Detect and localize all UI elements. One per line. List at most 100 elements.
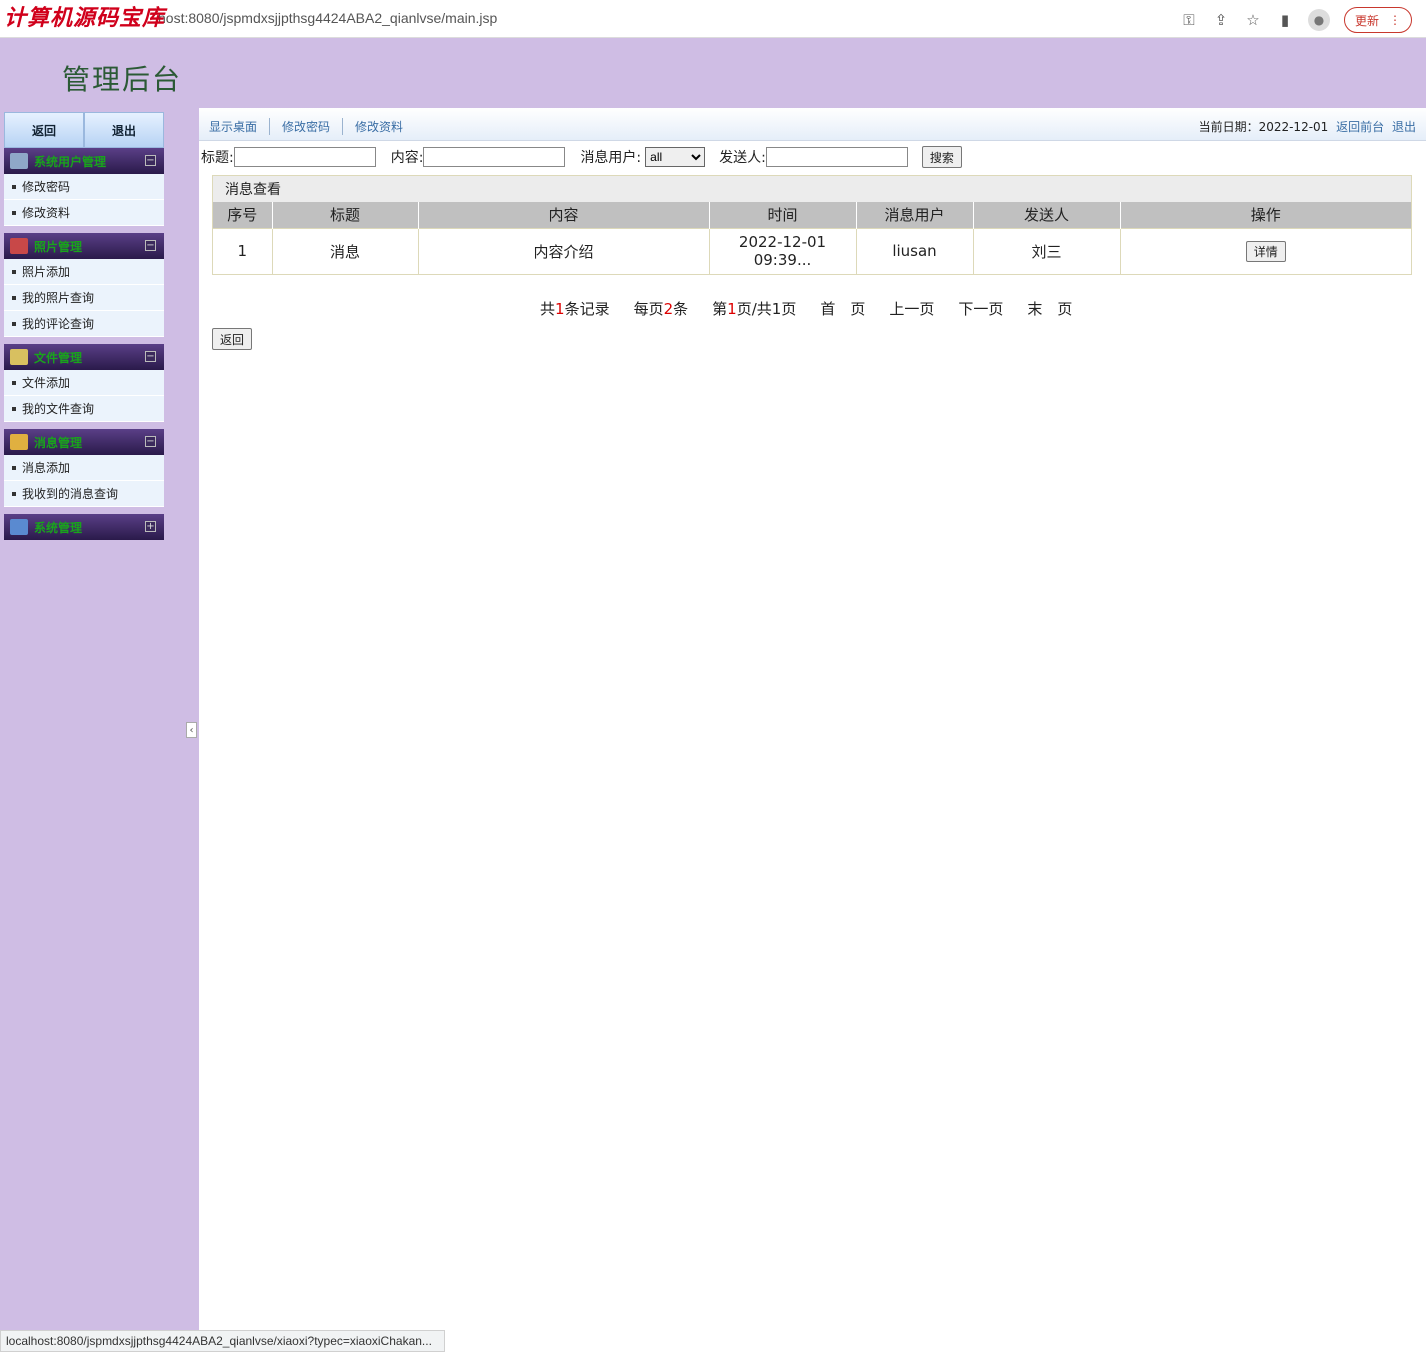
share-icon[interactable]: ⇪ — [1212, 11, 1230, 29]
top-nav-right: 当前日期：2022-12-01 返回前台 退出 — [1199, 118, 1416, 135]
bullet-icon — [12, 491, 16, 496]
sidebar-menu-item-label: 我的照片查询 — [22, 291, 95, 305]
content-input[interactable] — [423, 147, 566, 167]
update-button[interactable]: 更新 ⋮ — [1343, 7, 1412, 33]
pager-total: 共1条记录 — [540, 298, 610, 319]
sidebar-menu-header[interactable]: 系统用户管理 − — [4, 148, 164, 174]
sidebar-menu-header[interactable]: 消息管理 − — [4, 429, 164, 455]
pager-total-prefix: 共 — [540, 300, 556, 318]
star-icon[interactable]: ☆ — [1244, 11, 1262, 29]
col-title: 标题 — [272, 202, 419, 228]
top-nav-links: 显示桌面 修改密码 修改资料 — [209, 118, 427, 135]
sidebar-menu-item[interactable]: 我收到的消息查询 — [4, 481, 164, 507]
top-nav: 显示桌面 修改密码 修改资料 当前日期：2022-12-01 返回前台 退出 — [199, 108, 1426, 141]
table-header-row: 序号 标题 内容 时间 消息用户 发送人 操作 — [213, 202, 1411, 228]
sidebar-menu-header[interactable]: 文件管理 − — [4, 344, 164, 370]
collapse-icon[interactable]: − — [145, 436, 156, 447]
pager-total-count: 1 — [555, 300, 565, 318]
collapse-icon[interactable]: − — [145, 155, 156, 166]
pager-per-prefix: 每页 — [633, 300, 664, 318]
search-bar: 标题: 内容: 消息用户: all 发送人: 搜索 — [201, 146, 962, 168]
col-content: 内容 — [418, 202, 710, 228]
sidebar-logout-button[interactable]: 退出 — [84, 112, 164, 148]
pager-next[interactable]: 下一页 — [958, 298, 1003, 319]
col-time: 时间 — [709, 202, 857, 228]
nav-change-password[interactable]: 修改密码 — [282, 118, 344, 135]
search-button[interactable]: 搜索 — [921, 146, 962, 168]
detail-button[interactable]: 详情 — [1245, 240, 1286, 262]
key-icon[interactable]: ⚿ — [1180, 11, 1198, 29]
logout-link[interactable]: 退出 — [1392, 120, 1416, 134]
sender-label: 发送人: — [719, 150, 766, 166]
nav-show-desktop[interactable]: 显示桌面 — [209, 118, 271, 135]
collapse-icon[interactable]: − — [145, 240, 156, 251]
sidebar-menu-item[interactable]: 修改资料 — [4, 200, 164, 226]
cell-time: 2022-12-01 09:39... — [709, 227, 857, 274]
page-header: 管理后台 — [0, 38, 1426, 108]
cell-content: 内容介绍 — [418, 227, 710, 274]
nav-edit-profile[interactable]: 修改资料 — [355, 118, 415, 135]
sidebar-menu-item[interactable]: 我的文件查询 — [4, 396, 164, 422]
profile-icon[interactable]: ● — [1307, 9, 1330, 31]
sidebar-menu-item-label: 我的评论查询 — [22, 317, 95, 331]
content-label: 内容: — [390, 150, 424, 166]
message-table: 序号 标题 内容 时间 消息用户 发送人 操作 1 消息 内容介绍 2022-1… — [213, 202, 1411, 274]
bullet-icon — [12, 406, 16, 411]
sidebar-collapse-icon[interactable]: ‹ — [186, 722, 197, 738]
sidebar-menu-item[interactable]: 修改密码 — [4, 174, 164, 200]
pager-last[interactable]: 末 页 — [1027, 298, 1072, 319]
sidebar-menu-item[interactable]: 我的照片查询 — [4, 285, 164, 311]
sidebar-menu: 系统用户管理 − 修改密码修改资料 — [4, 148, 164, 226]
address-bar[interactable]: host:8080/jspmdxsjjpthsg4424ABA2_qianlvs… — [158, 10, 497, 26]
bullet-icon — [12, 184, 16, 189]
sidebar-menu-item[interactable]: 文件添加 — [4, 370, 164, 396]
cell-title: 消息 — [272, 227, 419, 274]
pager-page-prefix: 第 — [712, 300, 728, 318]
sidebar-menu-item-label: 修改密码 — [22, 180, 71, 194]
sidebar-menu-item[interactable]: 我的评论查询 — [4, 311, 164, 337]
sidebar-menu-title: 系统管理 — [34, 520, 83, 535]
sidebar-menu-item-label: 修改资料 — [22, 206, 71, 220]
sidebar-menu-title: 消息管理 — [34, 435, 83, 450]
sidebar-menu: 文件管理 − 文件添加我的文件查询 — [4, 344, 164, 422]
back-button[interactable]: 返回 — [212, 328, 253, 350]
sidebar-menu-item[interactable]: 消息添加 — [4, 455, 164, 481]
main-content: 显示桌面 修改密码 修改资料 当前日期：2022-12-01 返回前台 退出 标… — [199, 108, 1426, 1352]
cell-index: 1 — [213, 227, 273, 274]
cell-user: liusan — [856, 227, 974, 274]
pager-total-suffix: 条记录 — [564, 300, 610, 318]
sidepanel-icon[interactable]: ▮ — [1276, 11, 1294, 29]
page-title: 管理后台 — [62, 63, 183, 96]
chart-icon — [10, 519, 28, 535]
sidebar-menu-item-label: 我的文件查询 — [22, 402, 95, 416]
pager-page-suffix: 页/共1页 — [736, 300, 797, 318]
folder-icon — [10, 349, 28, 365]
sidebar-menu-header[interactable]: 系统管理 + — [4, 514, 164, 540]
sender-input[interactable] — [765, 147, 908, 167]
sidebar-menu: 消息管理 − 消息添加我收到的消息查询 — [4, 429, 164, 507]
sidebar-menu-item[interactable]: 照片添加 — [4, 259, 164, 285]
cell-action: 详情 — [1120, 227, 1411, 274]
photo-icon — [10, 238, 28, 254]
pager-first[interactable]: 首 页 — [820, 298, 865, 319]
sidebar-menu-item-label: 消息添加 — [22, 461, 71, 475]
pager-prev[interactable]: 上一页 — [889, 298, 934, 319]
collapse-icon[interactable]: − — [145, 351, 156, 362]
user-select[interactable]: all — [645, 147, 706, 167]
col-action: 操作 — [1120, 202, 1411, 228]
browser-actions: ⚿ ⇪ ☆ ▮ ● 更新 ⋮ — [1180, 7, 1412, 33]
sidebar-back-button[interactable]: 返回 — [4, 112, 84, 148]
table-caption: 消息查看 — [213, 176, 1411, 202]
title-input[interactable] — [233, 147, 376, 167]
expand-icon[interactable]: + — [145, 521, 156, 532]
bullet-icon — [12, 321, 16, 326]
back-to-front-link[interactable]: 返回前台 — [1336, 120, 1384, 134]
sidebar-menu-header[interactable]: 照片管理 − — [4, 233, 164, 259]
pager-per-page: 每页2条 — [634, 298, 689, 319]
cell-time-date: 2022-12-01 — [738, 233, 827, 252]
message-table-box: 消息查看 序号 标题 内容 时间 消息用户 发送人 操作 1 消息 内容介绍 2… — [212, 175, 1412, 275]
sidebar-menu-title: 文件管理 — [34, 350, 83, 365]
sidebar-menu-title: 系统用户管理 — [34, 154, 107, 169]
col-user: 消息用户 — [856, 202, 974, 228]
status-bar-url: localhost:8080/jspmdxsjjpthsg4424ABA2_qi… — [0, 1330, 445, 1352]
